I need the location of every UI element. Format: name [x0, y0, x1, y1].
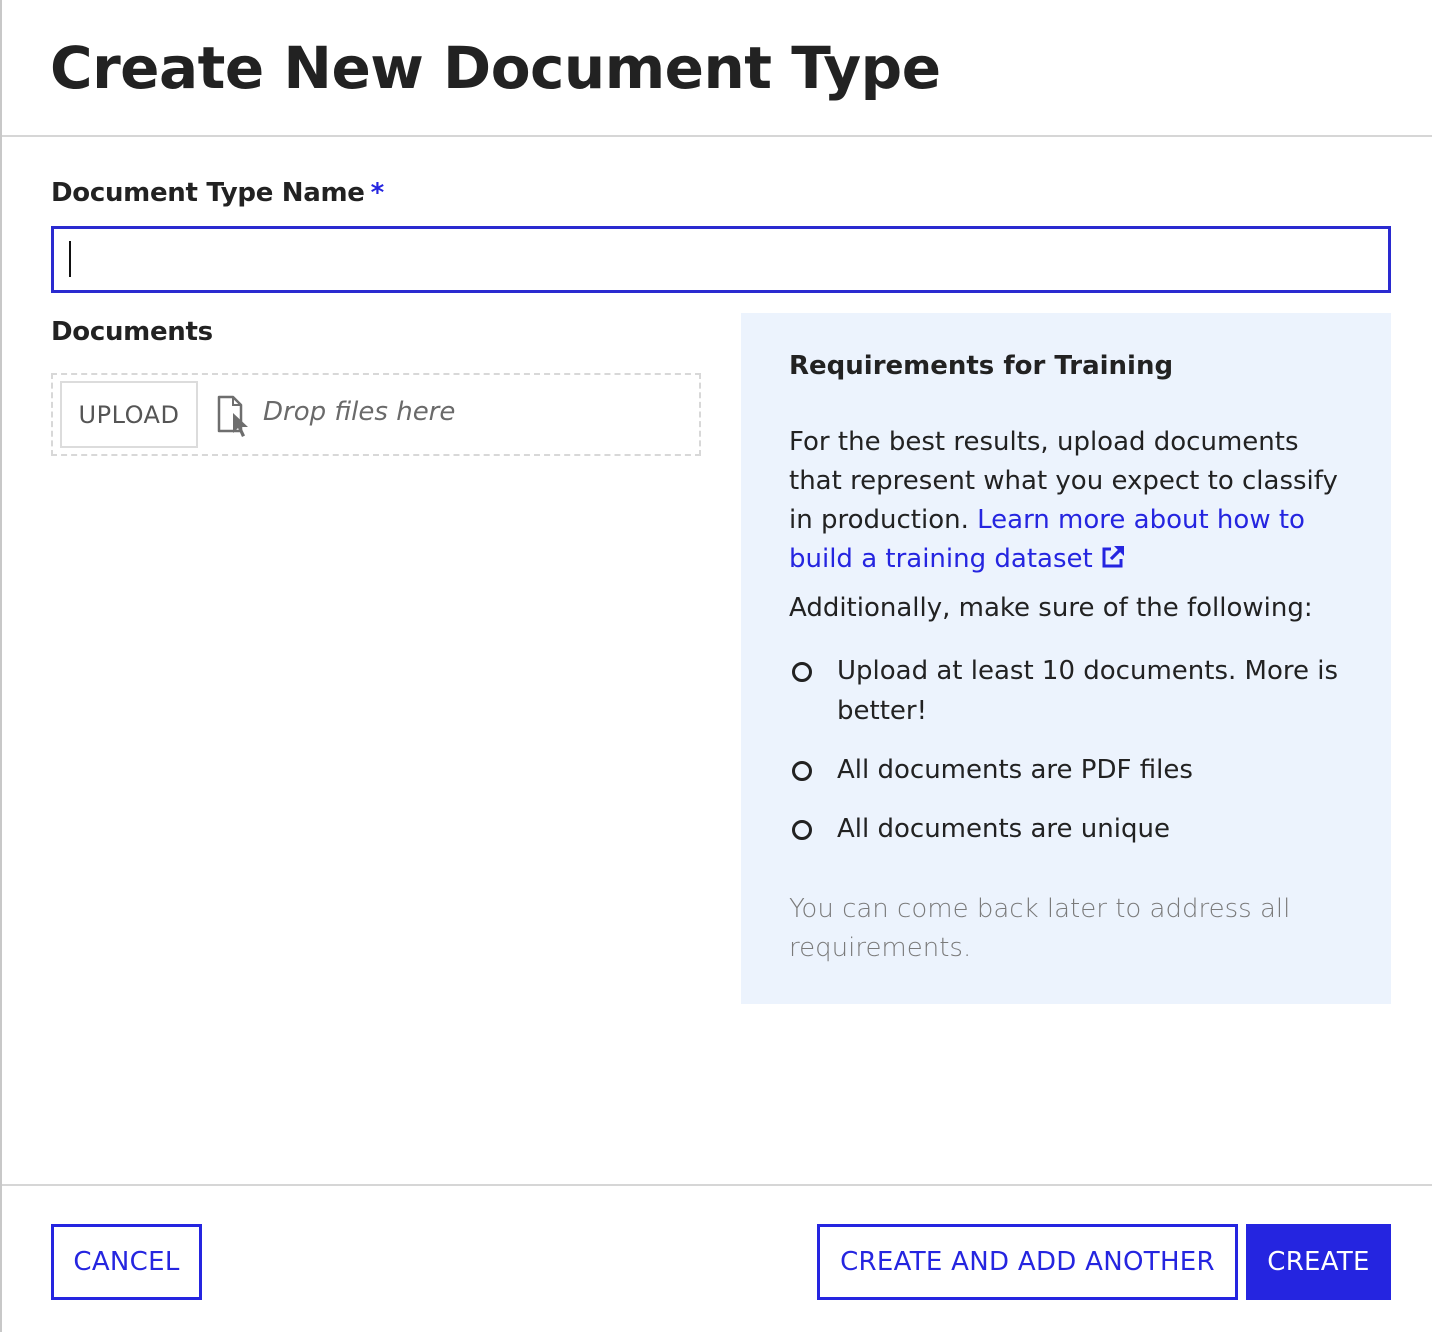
incomplete-circle-icon [792, 820, 812, 840]
upload-button[interactable]: UPLOAD [60, 381, 198, 448]
file-dropzone[interactable]: UPLOAD Drop files here [51, 373, 701, 456]
incomplete-circle-icon [792, 761, 812, 781]
requirement-text: All documents are PDF files [837, 755, 1193, 785]
create-and-add-another-button[interactable]: CREATE AND ADD ANOTHER [817, 1224, 1238, 1300]
requirements-title: Requirements for Training [789, 351, 1174, 381]
dialog-footer: CANCEL CREATE AND ADD ANOTHER CREATE [2, 1184, 1432, 1332]
document-type-name-label-text: Document Type Name [51, 178, 365, 208]
file-drop-cursor-icon [217, 395, 248, 437]
requirement-text: Upload at least 10 documents. More is be… [837, 656, 1339, 726]
requirement-text: All documents are unique [837, 814, 1170, 844]
drop-files-text: Drop files here [263, 397, 456, 427]
requirement-item: Upload at least 10 documents. More is be… [789, 651, 1369, 731]
requirements-list: Upload at least 10 documents. More is be… [789, 651, 1369, 868]
requirement-item: All documents are PDF files [789, 750, 1369, 790]
document-type-name-input[interactable] [51, 226, 1391, 293]
document-type-name-label: Document Type Name * [51, 178, 384, 208]
text-caret [69, 241, 71, 277]
requirement-item: All documents are unique [789, 809, 1369, 849]
required-asterisk: * [370, 178, 385, 208]
requirements-intro: For the best results, upload documents t… [789, 423, 1349, 579]
requirements-note: You can come back later to address all r… [789, 894, 1291, 963]
incomplete-circle-icon [792, 662, 812, 682]
external-link-icon[interactable] [1099, 543, 1127, 571]
create-document-type-dialog: Create New Document Type Document Type N… [0, 0, 1432, 1332]
dialog-title: Create New Document Type [50, 34, 941, 102]
create-button[interactable]: CREATE [1246, 1224, 1391, 1300]
documents-label: Documents [51, 317, 213, 347]
dialog-header: Create New Document Type [2, 0, 1432, 137]
cancel-button[interactable]: CANCEL [51, 1224, 202, 1300]
requirements-subheading: Additionally, make sure of the following… [789, 593, 1313, 623]
requirements-panel: Requirements for Training For the best r… [741, 313, 1391, 1004]
